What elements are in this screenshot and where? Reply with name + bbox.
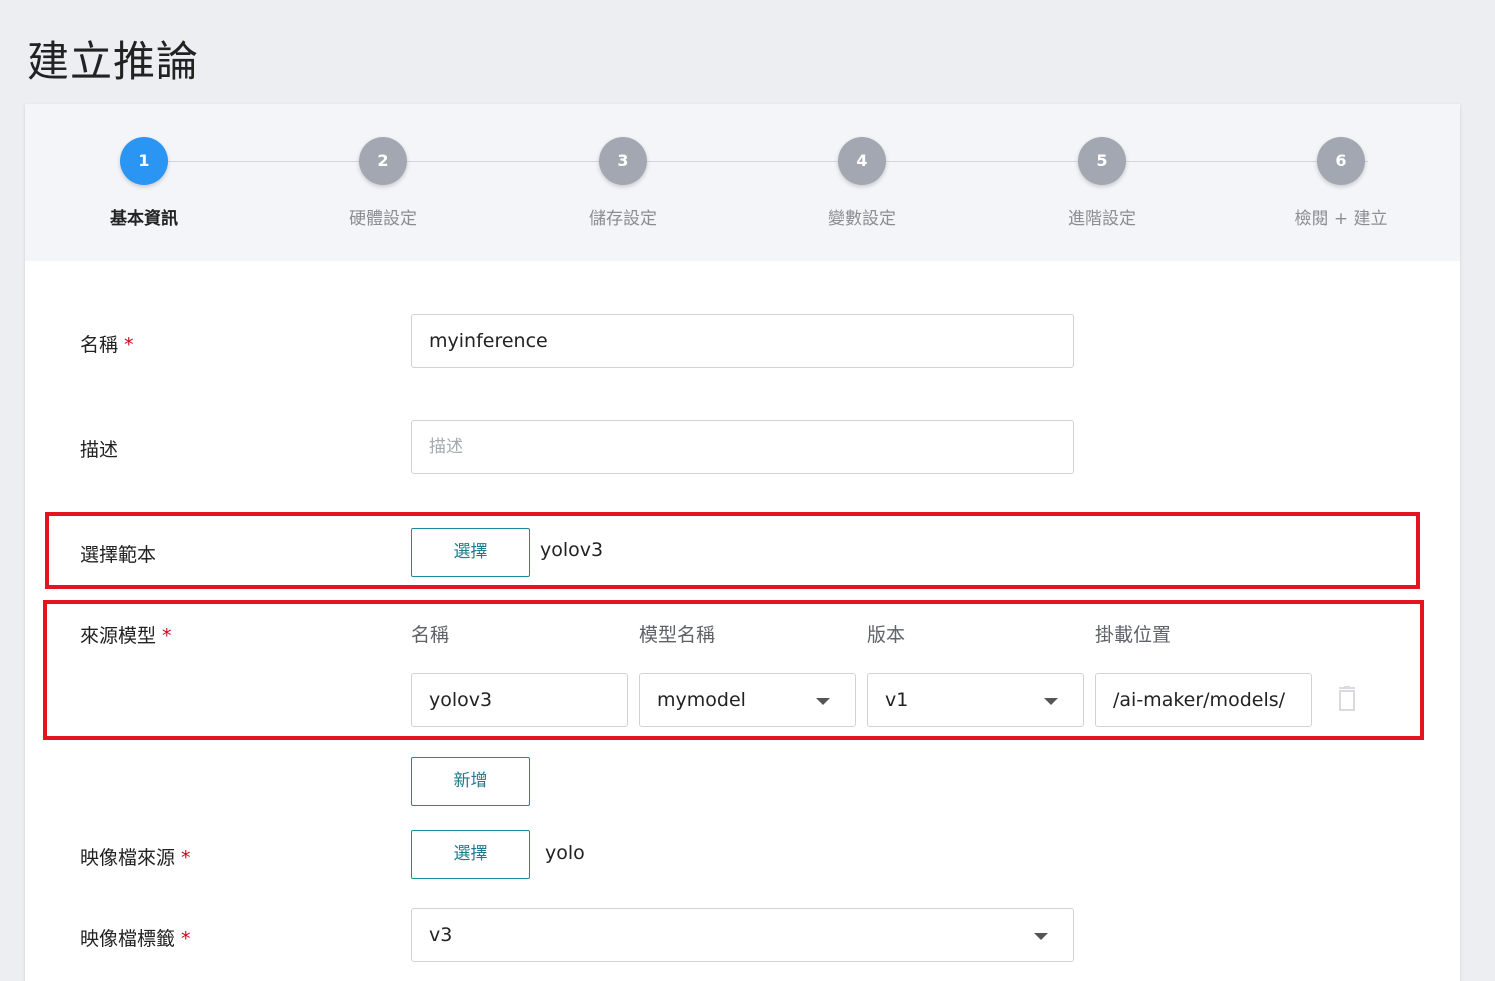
chevron-down-icon [1044, 698, 1058, 705]
step-storage[interactable]: 3 儲存設定 [543, 137, 703, 229]
step-label: 硬體設定 [349, 209, 417, 229]
select-template-button[interactable]: 選擇 [411, 528, 530, 577]
column-header-name: 名稱 [411, 624, 450, 646]
step-number: 6 [1317, 137, 1365, 185]
create-inference-card: 1 基本資訊 2 硬體設定 3 儲存設定 4 變數設定 5 進階設定 6 檢閱 … [25, 104, 1460, 981]
name-label: 名稱 * [80, 330, 134, 357]
image-source-label: 映像檔來源 * [80, 843, 191, 870]
image-source-value: yolo [545, 842, 585, 864]
template-value: yolov3 [540, 539, 604, 561]
source-model-name-input[interactable]: yolov3 [411, 673, 628, 727]
step-number: 4 [838, 137, 886, 185]
page-title: 建立推論 [27, 37, 200, 86]
step-basic-info[interactable]: 1 基本資訊 [64, 137, 224, 229]
template-highlight [45, 512, 1420, 589]
step-label: 儲存設定 [589, 209, 657, 229]
step-variables[interactable]: 4 變數設定 [782, 137, 942, 229]
step-label: 檢閱 + 建立 [1294, 209, 1388, 229]
select-image-button[interactable]: 選擇 [411, 830, 530, 879]
name-input[interactable]: myinference [411, 314, 1074, 368]
description-label: 描述 [80, 439, 119, 461]
mount-path-input[interactable]: /ai-maker/models/ [1095, 673, 1312, 727]
source-model-label-text: 來源模型 [80, 625, 157, 647]
source-model-label: 來源模型 * [80, 621, 172, 648]
step-label: 基本資訊 [110, 209, 178, 229]
step-label: 進階設定 [1068, 209, 1136, 229]
chevron-down-icon [816, 698, 830, 705]
column-header-model-name: 模型名稱 [639, 624, 716, 646]
step-number: 1 [120, 137, 168, 185]
image-tag-select[interactable]: v3 [411, 908, 1074, 962]
required-marker: * [124, 334, 134, 356]
step-label: 變數設定 [828, 209, 896, 229]
image-source-label-text: 映像檔來源 [80, 847, 176, 869]
stepper: 1 基本資訊 2 硬體設定 3 儲存設定 4 變數設定 5 進階設定 6 檢閱 … [25, 104, 1460, 261]
template-label: 選擇範本 [80, 544, 157, 566]
description-input[interactable]: 描述 [411, 420, 1074, 474]
model-name-value: mymodel [657, 689, 746, 711]
step-advanced[interactable]: 5 進階設定 [1022, 137, 1182, 229]
required-marker: * [181, 928, 191, 950]
image-tag-label-text: 映像檔標籤 [80, 928, 176, 950]
version-select[interactable]: v1 [867, 673, 1084, 727]
chevron-down-icon [1034, 933, 1048, 940]
column-header-version: 版本 [867, 624, 906, 646]
step-review-create[interactable]: 6 檢閱 + 建立 [1261, 137, 1421, 229]
image-tag-label: 映像檔標籤 * [80, 924, 191, 951]
trash-icon[interactable] [1337, 686, 1357, 712]
step-number: 2 [359, 137, 407, 185]
required-marker: * [181, 847, 191, 869]
required-marker: * [162, 625, 172, 647]
step-number: 5 [1078, 137, 1126, 185]
add-source-model-button[interactable]: 新增 [411, 757, 530, 806]
step-number: 3 [599, 137, 647, 185]
model-name-select[interactable]: mymodel [639, 673, 856, 727]
version-value: v1 [885, 689, 909, 711]
column-header-mount-path: 掛載位置 [1095, 624, 1172, 646]
image-tag-value: v3 [429, 924, 453, 946]
name-label-text: 名稱 [80, 334, 119, 356]
step-hardware[interactable]: 2 硬體設定 [303, 137, 463, 229]
